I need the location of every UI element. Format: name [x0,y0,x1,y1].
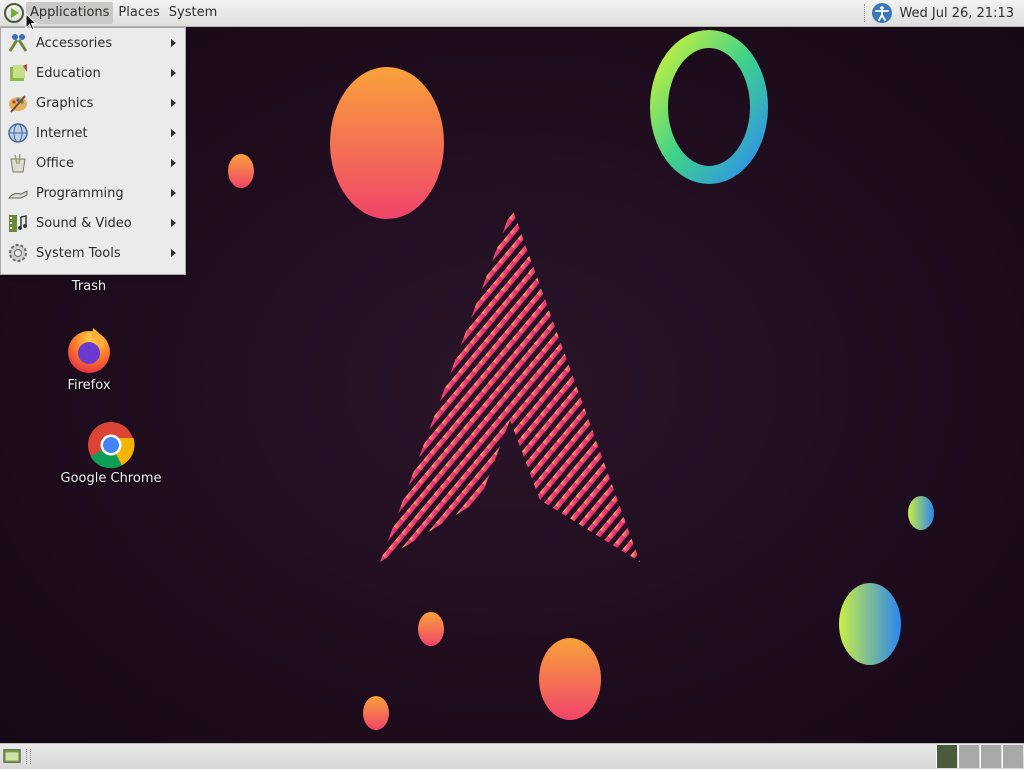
menu-item-education[interactable]: Education [1,58,185,88]
panel-right: Wed Jul 26, 21:13 [864,0,1024,26]
submenu-arrow-icon [171,189,176,197]
submenu-arrow-icon [171,99,176,107]
menu-item-label: Office [36,155,74,171]
accessibility-icon[interactable] [871,2,893,24]
menu-item-graphics[interactable]: Graphics [1,88,185,118]
places-menu[interactable]: Places [114,2,163,24]
firefox-label: Firefox [67,378,111,393]
chrome-icon [88,422,135,469]
menu-item-label: System Tools [36,245,121,261]
system-menu[interactable]: System [165,2,221,24]
workspace-3[interactable] [980,745,1001,768]
workspace-switcher [936,744,1024,769]
panel-separator [864,4,867,22]
system-tools-icon [9,244,27,262]
internet-icon [8,123,28,143]
menu-item-internet[interactable]: Internet [1,118,185,148]
clock[interactable]: Wed Jul 26, 21:13 [893,6,1024,21]
workspace-2[interactable] [958,745,979,768]
menu-item-label: Sound & Video [36,215,132,231]
sound-video-icon [9,215,27,232]
submenu-arrow-icon [171,219,176,227]
office-icon [10,153,26,173]
menu-item-label: Education [36,65,101,81]
workspace-1[interactable] [936,745,957,768]
menu-item-label: Accessories [36,35,113,51]
menu-item-label: Graphics [36,95,94,111]
menu-item-programming[interactable]: Programming [1,178,185,208]
menu-item-label: Programming [36,185,124,201]
menu-item-accessories[interactable]: Accessories [1,28,185,58]
graphics-icon [9,95,27,113]
applications-menu[interactable]: Applications [26,2,114,24]
submenu-arrow-icon [171,249,176,257]
panel-handle [26,749,31,764]
top-panel: Applications Places System Wed Jul 26, 2… [0,0,1024,27]
desktop-icon-firefox[interactable]: Firefox [55,326,123,398]
trash-label: Trash [71,279,107,294]
app-logo-icon[interactable] [3,2,25,24]
desktop-icon-trash[interactable]: Trash [58,279,120,294]
menu-item-system-tools[interactable]: System Tools [1,238,185,268]
bottom-panel [0,743,1024,769]
menu-item-label: Internet [36,125,88,141]
show-desktop-icon[interactable] [2,746,22,766]
education-icon [10,64,27,81]
submenu-arrow-icon [171,159,176,167]
submenu-arrow-icon [171,39,176,47]
accessories-icon [8,34,28,52]
submenu-arrow-icon [171,129,176,137]
mouse-cursor-icon [25,13,37,31]
desktop-icon-chrome[interactable]: Google Chrome [58,420,164,490]
applications-dropdown: Accessories Education Graphics Internet [0,27,186,275]
workspace-4[interactable] [1002,745,1023,768]
submenu-arrow-icon [171,69,176,77]
chrome-label: Google Chrome [60,471,162,486]
firefox-icon [68,328,110,373]
programming-icon [8,190,28,199]
menu-item-office[interactable]: Office [1,148,185,178]
menu-item-sound-video[interactable]: Sound & Video [1,208,185,238]
